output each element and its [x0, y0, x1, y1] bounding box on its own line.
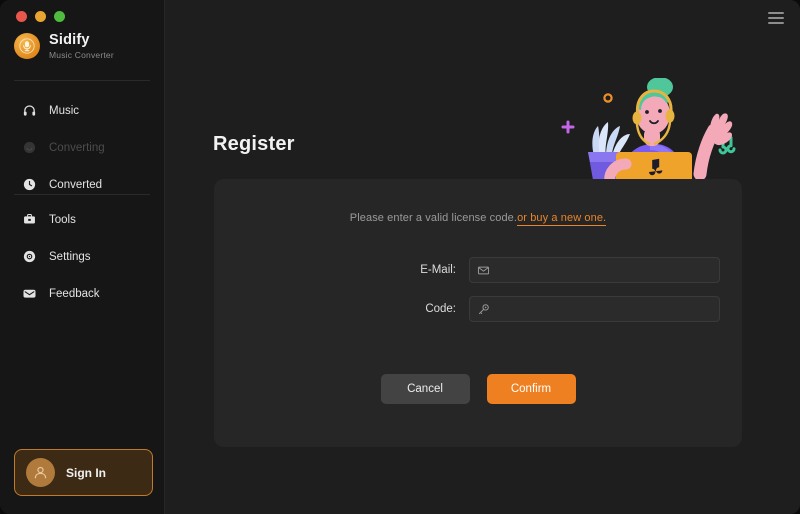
envelope-icon [21, 286, 37, 302]
card-actions: Cancel Confirm [214, 374, 742, 404]
sidebar-item-label: Settings [49, 250, 91, 263]
sidebar-item-music[interactable]: Music [0, 96, 164, 125]
sidebar-item-feedback[interactable]: Feedback [0, 279, 164, 308]
confirm-button[interactable]: Confirm [486, 374, 576, 404]
hamburger-icon[interactable] [768, 12, 784, 24]
maximize-button[interactable] [54, 11, 65, 22]
sidify-logo-icon [14, 33, 40, 60]
converting-icon [21, 140, 37, 156]
email-input[interactable] [496, 258, 719, 282]
hamburger-bar [768, 22, 784, 24]
sidebar: Sidify Music Converter Music Converting … [0, 0, 165, 514]
sidebar-nav-primary: Music Converting Converted [0, 96, 164, 199]
person-with-laptop-illustration [550, 78, 750, 183]
waving-arm [693, 113, 733, 181]
buy-license-link[interactable]: or buy a new one. [517, 212, 607, 226]
sidebar-item-converted[interactable]: Converted [0, 170, 164, 199]
sidebar-item-label: Converting [49, 141, 105, 154]
sidebar-item-label: Converted [49, 178, 103, 191]
close-button[interactable] [16, 11, 27, 22]
email-field[interactable] [469, 257, 720, 283]
gear-icon [21, 249, 37, 265]
main-content: Register Please enter a valid license co… [165, 0, 800, 514]
hint-message: Please enter a valid license code. [349, 212, 518, 224]
code-input[interactable] [496, 297, 719, 321]
app-window: Sidify Music Converter Music Converting … [0, 0, 800, 514]
register-card: Please enter a valid license code.or buy… [214, 179, 742, 447]
window-controls [16, 11, 65, 22]
dot-decoration [603, 93, 613, 103]
key-icon [470, 297, 496, 321]
toolbox-icon [21, 212, 37, 228]
email-field-label: E-Mail: [420, 264, 456, 276]
hamburger-bar [768, 12, 784, 14]
sign-in-button[interactable]: Sign In [14, 449, 153, 496]
brand: Sidify Music Converter [14, 32, 114, 60]
clock-icon [21, 177, 37, 193]
sidebar-divider-top [14, 80, 150, 81]
sidebar-item-label: Music [49, 104, 80, 117]
sidebar-item-label: Feedback [49, 287, 100, 300]
sidebar-item-tools[interactable]: Tools [0, 205, 164, 234]
user-icon [26, 458, 55, 487]
code-field-row: Code: [214, 296, 742, 322]
email-field-row: E-Mail: [214, 257, 742, 283]
code-field-label: Code: [425, 303, 456, 315]
sign-in-label: Sign In [66, 465, 106, 480]
sidebar-item-converting[interactable]: Converting [0, 133, 164, 162]
minimize-button[interactable] [35, 11, 46, 22]
hamburger-bar [768, 17, 784, 19]
sparkle-decoration [561, 120, 575, 134]
envelope-icon [470, 258, 496, 282]
sidebar-nav-secondary: Tools Settings Feedback [0, 205, 164, 308]
headphones-icon [21, 103, 37, 119]
brand-name: Sidify [49, 32, 90, 48]
brand-text: Sidify Music Converter [49, 32, 114, 60]
brand-subtitle: Music Converter [49, 49, 114, 60]
hint-text: Please enter a valid license code.or buy… [214, 212, 742, 226]
cancel-button[interactable]: Cancel [380, 374, 470, 404]
code-field[interactable] [469, 296, 720, 322]
sidebar-item-settings[interactable]: Settings [0, 242, 164, 271]
page-title: Register [213, 133, 295, 155]
sidebar-item-label: Tools [49, 213, 76, 226]
